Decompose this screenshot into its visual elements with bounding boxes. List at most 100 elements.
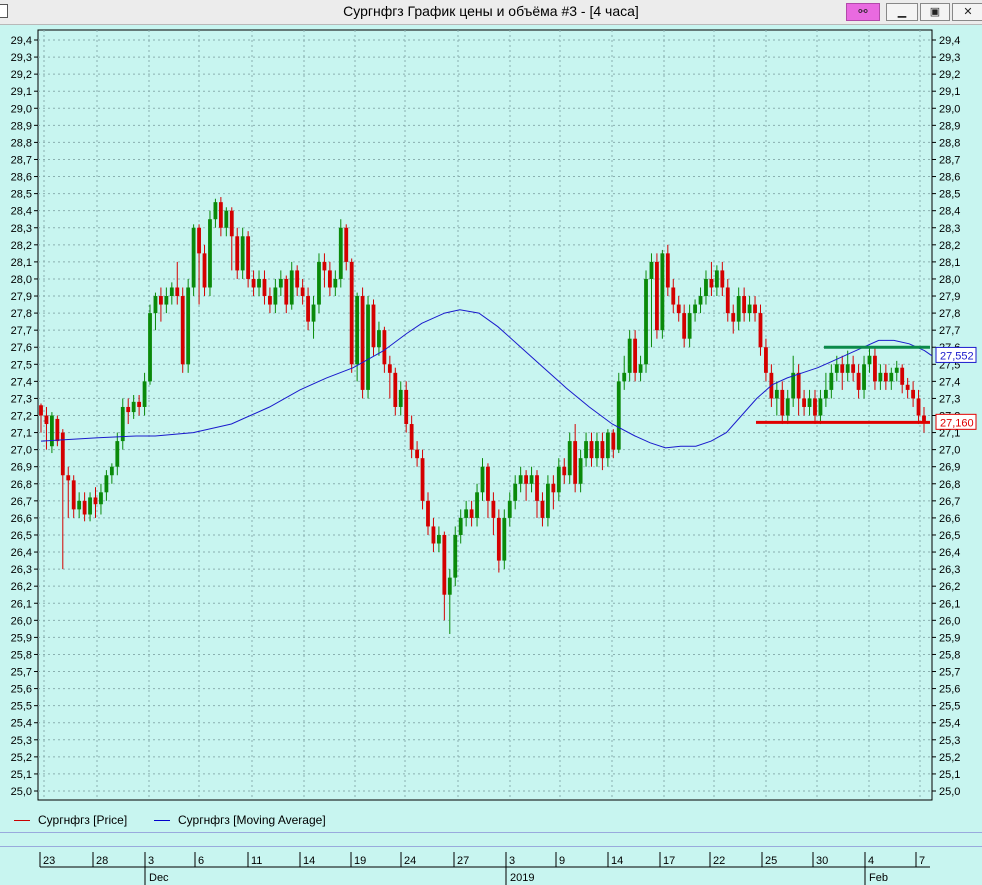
candle-body[interactable] [742, 296, 747, 314]
candle-body[interactable] [900, 367, 905, 385]
candle-body[interactable] [709, 278, 714, 288]
candle-body[interactable] [644, 278, 648, 365]
candle-body[interactable] [671, 287, 676, 305]
candle-body[interactable] [611, 432, 616, 450]
candle-body[interactable] [704, 278, 708, 297]
candle-body[interactable] [338, 227, 343, 279]
candle-body[interactable] [502, 517, 507, 561]
candle-body[interactable] [246, 236, 251, 279]
candle-body[interactable] [589, 441, 594, 459]
maximize-button[interactable]: ▣ [920, 3, 950, 21]
candle-body[interactable] [513, 483, 518, 501]
candle-body[interactable] [393, 372, 398, 407]
candle-body[interactable] [39, 405, 43, 416]
candle-body[interactable] [55, 418, 60, 442]
candle-body[interactable] [507, 500, 512, 518]
candle-body[interactable] [360, 296, 365, 390]
candle-body[interactable] [153, 296, 158, 314]
candle-body[interactable] [556, 466, 561, 493]
candle-body[interactable] [453, 534, 458, 578]
candle-body[interactable] [278, 278, 283, 288]
candle-body[interactable] [426, 500, 430, 527]
candle-body[interactable] [71, 480, 76, 510]
candle-body[interactable] [491, 500, 496, 518]
candle-body[interactable] [131, 401, 136, 413]
candle-body[interactable] [660, 253, 665, 331]
candle-body[interactable] [60, 432, 65, 476]
candle-body[interactable] [725, 287, 730, 314]
candle-body[interactable] [813, 398, 817, 416]
candle-body[interactable] [175, 287, 180, 297]
candle-body[interactable] [856, 372, 861, 390]
candle-body[interactable] [186, 287, 191, 365]
candle-body[interactable] [404, 389, 409, 425]
candle-body[interactable] [796, 372, 801, 399]
candle-body[interactable] [447, 577, 452, 595]
candle-body[interactable] [578, 458, 583, 484]
candle-body[interactable] [807, 398, 812, 407]
candle-body[interactable] [148, 313, 152, 382]
candle-body[interactable] [327, 270, 332, 288]
candle-body[interactable] [180, 296, 185, 365]
candle-body[interactable] [862, 364, 866, 390]
candle-body[interactable] [436, 534, 441, 544]
candle-body[interactable] [682, 313, 687, 339]
candle-body[interactable] [251, 278, 256, 288]
candle-body[interactable] [197, 227, 201, 254]
candle-body[interactable] [780, 389, 785, 416]
candle-body[interactable] [573, 441, 578, 484]
candle-body[interactable] [224, 210, 229, 228]
candle-body[interactable] [333, 278, 338, 288]
candle-body[interactable] [420, 458, 425, 501]
price-chart[interactable]: 29,4 29,4 29,3 29,3 29,2 29,2 29,1 29,1 29,0 29,0… [0, 24, 982, 809]
candle-body[interactable] [774, 389, 779, 399]
candle-body[interactable] [486, 466, 490, 501]
candle-body[interactable] [540, 500, 545, 518]
candle-body[interactable] [698, 296, 703, 305]
candle-body[interactable] [627, 338, 632, 373]
candle-body[interactable] [126, 406, 131, 413]
candle-body[interactable] [262, 278, 267, 297]
candle-body[interactable] [567, 441, 572, 476]
candle-body[interactable] [747, 304, 752, 314]
candle-body[interactable] [905, 384, 910, 390]
candle-body[interactable] [99, 492, 103, 505]
candle-body[interactable] [845, 364, 850, 373]
candle-body[interactable] [164, 296, 169, 305]
candle-body[interactable] [676, 304, 681, 314]
candle-body[interactable] [823, 389, 828, 399]
candle-body[interactable] [693, 304, 697, 314]
candle-body[interactable] [104, 475, 109, 493]
candle-body[interactable] [518, 475, 523, 484]
candle-body[interactable] [562, 466, 567, 476]
time-axis[interactable]: 23 28 3 6 11 14 19 24 27 3 9 14 17 22 25 30 4 7 Dec 2019 Feb [0, 850, 982, 885]
candle-body[interactable] [829, 372, 834, 390]
candle-body[interactable] [595, 441, 599, 459]
candle-body[interactable] [720, 270, 725, 288]
candle-body[interactable] [867, 355, 872, 365]
candle-body[interactable] [415, 449, 420, 459]
candle-body[interactable] [300, 287, 305, 297]
candle-body[interactable] [665, 253, 670, 288]
candle-body[interactable] [889, 372, 894, 382]
candle-body[interactable] [355, 296, 360, 365]
candle-body[interactable] [213, 202, 218, 220]
close-button[interactable]: ✕ [952, 3, 982, 21]
candle-body[interactable] [458, 517, 463, 535]
candle-body[interactable] [535, 475, 539, 501]
candle-body[interactable] [655, 261, 659, 331]
candle-body[interactable] [638, 364, 643, 373]
candle-body[interactable] [289, 270, 294, 305]
candle-body[interactable] [109, 466, 114, 476]
candle-body[interactable] [545, 483, 550, 518]
legend-item-price[interactable]: Сургнфгз [Price] [14, 813, 127, 827]
candle-body[interactable] [268, 296, 272, 305]
candle-body[interactable] [464, 509, 469, 518]
candle-body[interactable] [349, 261, 354, 365]
link-button[interactable]: ⚯ [846, 3, 880, 21]
candle-body[interactable] [851, 364, 856, 373]
candle-body[interactable] [894, 367, 899, 373]
candle-body[interactable] [159, 296, 163, 305]
candle-body[interactable] [218, 202, 223, 228]
candle-body[interactable] [273, 287, 278, 305]
